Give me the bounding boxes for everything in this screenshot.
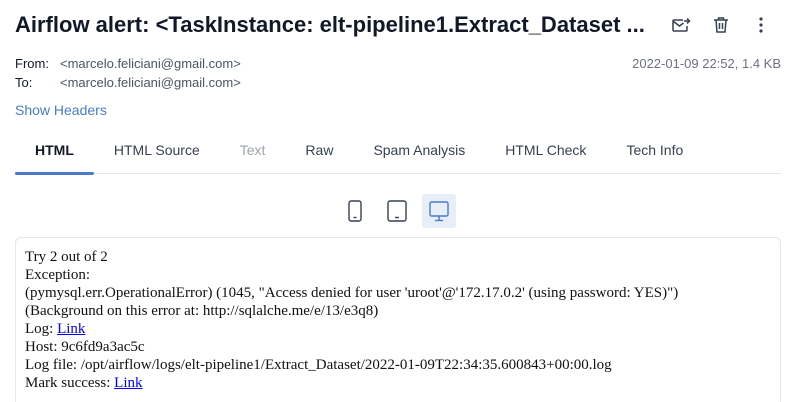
desktop-icon bbox=[429, 201, 449, 222]
body-line-exception: Exception: bbox=[25, 267, 90, 283]
body-line-error: (pymysql.err.OperationalError) (1045, "A… bbox=[25, 285, 679, 301]
log-label: Log: bbox=[25, 321, 58, 337]
more-button[interactable] bbox=[747, 12, 775, 38]
email-subject: Airflow alert: <TaskInstance: elt-pipeli… bbox=[15, 12, 645, 37]
tab-html-check[interactable]: HTML Check bbox=[485, 132, 606, 174]
mark-success-label: Mark success: bbox=[25, 375, 115, 391]
date-size: 2022-01-09 22:52, 1.4 KB bbox=[632, 56, 781, 71]
to-row: To: <marcelo.feliciani@gmail.com> bbox=[15, 73, 785, 92]
mark-success-link[interactable]: Link bbox=[114, 375, 142, 391]
tablet-icon bbox=[387, 200, 407, 222]
forward-mail-icon bbox=[672, 17, 691, 32]
mobile-view-button[interactable] bbox=[338, 194, 372, 228]
body-line-background: (Background on this error at: http://sql… bbox=[25, 303, 379, 319]
more-vertical-icon bbox=[759, 17, 763, 33]
body-line-log: Log: Link bbox=[25, 320, 771, 338]
email-header: Airflow alert: <TaskInstance: elt-pipeli… bbox=[15, 10, 785, 40]
email-body: Try 2 out of 2 Exception: (pymysql.err.O… bbox=[15, 237, 781, 402]
tab-html-source[interactable]: HTML Source bbox=[94, 132, 220, 174]
body-line-log-file: Log file: /opt/airflow/logs/elt-pipeline… bbox=[25, 357, 612, 373]
device-preview-toggle bbox=[338, 194, 456, 228]
from-address: <marcelo.feliciani@gmail.com> bbox=[60, 56, 241, 71]
delete-button[interactable] bbox=[707, 12, 735, 38]
tab-spam-analysis[interactable]: Spam Analysis bbox=[353, 132, 485, 174]
tablet-view-button[interactable] bbox=[380, 194, 414, 228]
show-headers-link[interactable]: Show Headers bbox=[15, 102, 107, 118]
from-label: From: bbox=[15, 56, 49, 71]
trash-icon bbox=[714, 17, 728, 33]
desktop-view-button[interactable] bbox=[422, 194, 456, 228]
tab-text[interactable]: Text bbox=[220, 132, 286, 174]
tab-tech-info[interactable]: Tech Info bbox=[606, 132, 703, 174]
log-link[interactable]: Link bbox=[57, 321, 85, 337]
view-tabs: HTML HTML Source Text Raw Spam Analysis … bbox=[15, 132, 781, 175]
forward-button[interactable] bbox=[667, 12, 695, 38]
tab-html[interactable]: HTML bbox=[15, 132, 94, 175]
to-label: To: bbox=[15, 75, 33, 90]
tab-raw[interactable]: Raw bbox=[285, 132, 353, 174]
body-line-mark-success: Mark success: Link bbox=[25, 374, 771, 392]
body-line-host: Host: 9c6fd9a3ac5c bbox=[25, 339, 145, 355]
to-address: <marcelo.feliciani@gmail.com> bbox=[60, 75, 241, 90]
email-actions bbox=[667, 12, 775, 38]
mobile-icon bbox=[348, 200, 362, 222]
email-meta: From: <marcelo.feliciani@gmail.com> To: … bbox=[15, 54, 785, 92]
body-line-try: Try 2 out of 2 bbox=[25, 249, 108, 265]
